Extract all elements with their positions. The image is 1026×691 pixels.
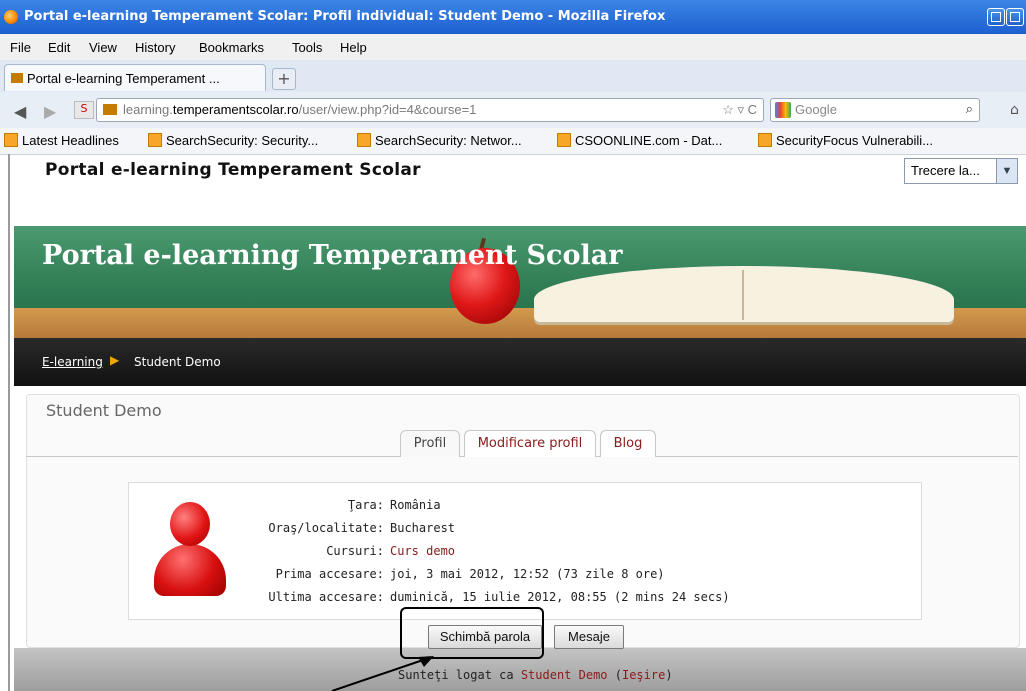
field-label: Ultima accesare:	[268, 590, 384, 604]
logged-user-link[interactable]: Student Demo	[521, 668, 608, 682]
url-bar[interactable]: learning.temperamentscolar.ro/user/view.…	[96, 98, 764, 122]
bookmark-item[interactable]: SearchSecurity: Security...	[148, 133, 318, 148]
page-title: Student Demo	[46, 401, 162, 420]
field-value-last-access: duminică, 15 iulie 2012, 08:55 (2 mins 2…	[390, 590, 730, 604]
window-title: Portal e-learning Temperament Scolar: Pr…	[24, 9, 666, 24]
home-icon[interactable]: ⌂	[1010, 102, 1019, 118]
tab-profil[interactable]: Profil	[400, 430, 460, 457]
tab-label: Portal e-learning Temperament ...	[27, 71, 220, 86]
breadcrumb-separator-icon: ▶	[110, 353, 120, 367]
search-placeholder: Google	[795, 102, 837, 117]
bookmarks-bar: Latest Headlines SearchSecurity: Securit…	[0, 128, 1026, 155]
bookmark-star-icon[interactable]: ☆ ▿ C	[722, 102, 757, 118]
back-arrow-icon[interactable]: ◀	[14, 102, 26, 121]
field-row-courses: Cursuri:	[200, 544, 384, 560]
field-row-city: Oraş/localitate:	[200, 521, 384, 537]
field-row-country: Ţara:	[200, 498, 384, 514]
menu-view[interactable]: View	[89, 40, 117, 55]
menu-bar: File Edit View History Bookmarks Tools H…	[0, 34, 1026, 60]
field-row-last-access: Ultima accesare:	[200, 590, 384, 606]
site-security-icon[interactable]: S	[74, 101, 94, 119]
annotation-arrow-icon	[331, 656, 434, 691]
page-left-border	[8, 154, 10, 691]
tab-blog[interactable]: Blog	[600, 430, 656, 457]
field-value-first-access: joi, 3 mai 2012, 12:52 (73 zile 8 ore)	[390, 567, 665, 581]
bookmark-item[interactable]: Latest Headlines	[4, 133, 119, 148]
bookmark-item[interactable]: CSOONLINE.com - Dat...	[557, 133, 722, 148]
breadcrumb-current: Student Demo	[134, 355, 221, 369]
breadcrumb: E-learning ▶ Student Demo	[14, 338, 1026, 386]
logout-link[interactable]: Ieşire	[622, 668, 665, 682]
field-label: Ţara:	[347, 498, 384, 512]
field-row-first-access: Prima accesare:	[200, 567, 384, 583]
highlight-rectangle	[400, 607, 544, 659]
rss-feed-icon	[4, 133, 18, 147]
browser-tab[interactable]: Portal e-learning Temperament ...	[4, 64, 266, 91]
field-value-country: România	[390, 498, 441, 512]
menu-file[interactable]: File	[10, 40, 31, 55]
jump-to-select[interactable]: Trecere la... ▼	[904, 158, 1018, 184]
forward-arrow-icon[interactable]: ▶	[44, 102, 56, 121]
bookmark-item[interactable]: SecurityFocus Vulnerabili...	[758, 133, 933, 148]
tab-strip: Portal e-learning Temperament ... +	[0, 60, 1026, 93]
google-icon[interactable]	[775, 102, 791, 118]
search-icon[interactable]: ⌕	[966, 101, 973, 117]
menu-bookmarks[interactable]: Bookmarks	[199, 40, 264, 55]
menu-history[interactable]: History	[135, 40, 175, 55]
menu-tools[interactable]: Tools	[292, 40, 322, 55]
field-label: Cursuri:	[326, 544, 384, 558]
rss-feed-icon	[148, 133, 162, 147]
navigation-bar: ◀ ▶ S learning.temperamentscolar.ro/user…	[0, 92, 1026, 128]
menu-help[interactable]: Help	[340, 40, 367, 55]
open-book-image	[534, 266, 954, 322]
book-spine	[742, 270, 744, 320]
minimize-button[interactable]	[987, 8, 1005, 26]
field-value-city: Bucharest	[390, 521, 456, 535]
url-favicon-icon	[103, 104, 117, 115]
search-box[interactable]: Google ⌕	[770, 98, 980, 122]
banner-title: Portal e-learning Temperament Scolar	[42, 240, 623, 271]
menu-edit[interactable]: Edit	[48, 40, 70, 55]
url-text[interactable]: learning.temperamentscolar.ro/user/view.…	[123, 102, 476, 117]
window-titlebar: Portal e-learning Temperament Scolar: Pr…	[0, 0, 1026, 34]
rss-feed-icon	[758, 133, 772, 147]
site-banner: Portal e-learning Temperament Scolar	[14, 226, 1026, 338]
breadcrumb-home-link[interactable]: E-learning	[42, 355, 103, 369]
bookmark-item[interactable]: SearchSecurity: Networ...	[357, 133, 522, 148]
rss-feed-icon	[357, 133, 371, 147]
new-tab-button[interactable]: +	[272, 68, 296, 90]
site-favicon-icon	[11, 73, 23, 83]
jump-to-value: Trecere la...	[911, 163, 980, 178]
field-label: Prima accesare:	[275, 567, 384, 581]
maximize-button[interactable]	[1006, 8, 1024, 26]
firefox-icon	[4, 10, 18, 24]
chevron-down-icon[interactable]: ▼	[996, 159, 1017, 183]
site-title: Portal e-learning Temperament Scolar	[45, 160, 421, 180]
tab-modificare-profil[interactable]: Modificare profil	[464, 430, 596, 457]
messages-button[interactable]: Mesaje	[554, 625, 624, 649]
course-link[interactable]: Curs demo	[390, 544, 455, 558]
rss-feed-icon	[557, 133, 571, 147]
field-label: Oraş/localitate:	[268, 521, 384, 535]
